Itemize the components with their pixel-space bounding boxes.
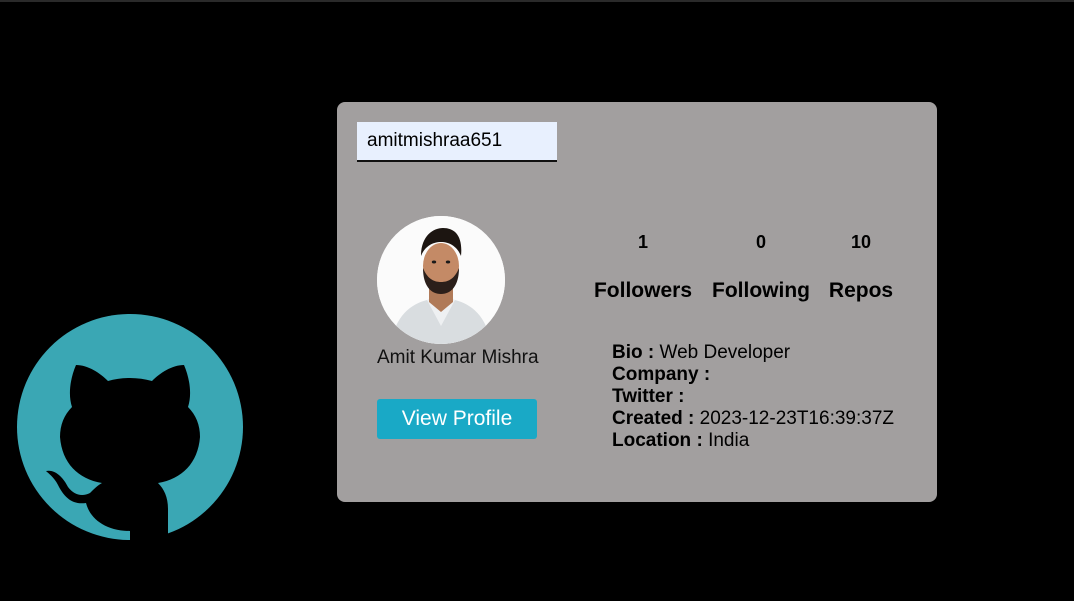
profile-info: Bio : Web Developer Company : Twitter : …	[612, 342, 894, 452]
twitter-row: Twitter :	[612, 386, 894, 408]
repos-label: Repos	[828, 279, 894, 302]
twitter-label: Twitter :	[612, 386, 685, 407]
stat-followers: 1 Followers	[588, 232, 698, 303]
created-row: Created : 2023-12-23T16:39:37Z	[612, 408, 894, 430]
followers-label: Followers	[593, 279, 693, 302]
bio-row: Bio : Web Developer	[612, 342, 894, 364]
bio-label: Bio :	[612, 342, 655, 363]
following-label: Following	[712, 279, 810, 302]
location-label: Location :	[612, 430, 703, 451]
github-logo-icon	[17, 314, 243, 541]
created-value: 2023-12-23T16:39:37Z	[699, 408, 895, 429]
stat-following: 0 Following	[706, 232, 816, 303]
location-value: India	[708, 430, 750, 451]
company-label: Company :	[612, 364, 711, 385]
repos-count: 10	[850, 232, 872, 252]
followers-count: 1	[637, 232, 648, 252]
stat-repos: 10 Repos	[806, 232, 916, 303]
company-row: Company :	[612, 364, 894, 386]
location-row: Location : India	[612, 430, 894, 452]
following-count: 0	[755, 232, 766, 252]
profile-card: Amit Kumar Mishra View Profile 1 Followe…	[337, 102, 937, 502]
created-label: Created :	[612, 408, 695, 429]
bio-value: Web Developer	[659, 342, 791, 363]
avatar	[377, 216, 505, 344]
profile-name: Amit Kumar Mishra	[377, 347, 539, 368]
username-search-input[interactable]	[357, 122, 557, 162]
top-border	[0, 0, 1074, 2]
avatar-photo	[377, 216, 505, 344]
view-profile-button[interactable]: View Profile	[377, 399, 537, 439]
